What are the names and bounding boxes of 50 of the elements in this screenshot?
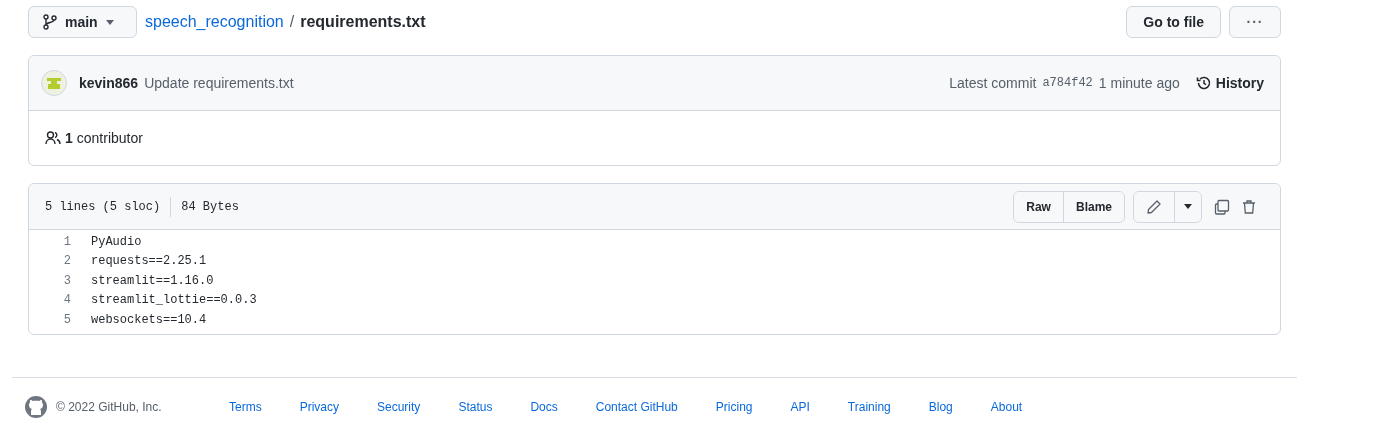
line-number: 5	[62, 312, 72, 327]
caret-icon	[105, 19, 114, 25]
footer-link[interactable]: Security	[377, 399, 421, 414]
file-size: 84 Bytes	[181, 199, 239, 214]
footer-link[interactable]: Pricing	[715, 399, 753, 414]
line-number: 1	[62, 234, 72, 249]
octocat-icon[interactable]	[24, 394, 48, 419]
code-line: streamlit_lottie==0.0.3	[91, 293, 257, 308]
commit-time: 1 minute ago	[1098, 75, 1180, 91]
pencil-icon	[1146, 198, 1162, 215]
commit-message[interactable]: Update requirements.txt	[144, 75, 294, 91]
code-line: PyAudio	[91, 234, 142, 249]
more-button[interactable]: ···	[1229, 6, 1281, 38]
blame-button[interactable]: Blame	[1062, 191, 1124, 222]
copyright-text: © 2022 GitHub, Inc.	[56, 399, 163, 414]
avatar-icon	[41, 70, 67, 96]
footer-link[interactable]: Terms	[229, 399, 262, 414]
commit-author[interactable]: kevin866	[79, 75, 139, 91]
footer-link[interactable]: Blog	[928, 399, 953, 414]
latest-commit-label: Latest commit	[949, 75, 1037, 91]
contributor-count[interactable]: 1	[65, 130, 73, 146]
path-separator: /	[289, 13, 295, 31]
caret-icon	[1184, 204, 1192, 209]
commit-sha[interactable]: a784f42	[1042, 76, 1093, 90]
line-number: 2	[62, 254, 72, 269]
line-count: 5 lines (5 sloc)	[45, 199, 161, 214]
branch-button[interactable]: main	[28, 6, 137, 38]
contributor-label[interactable]: contributor	[76, 130, 143, 146]
copy-icon[interactable]	[1214, 198, 1230, 215]
line-number: 3	[62, 273, 72, 288]
code-line: websockets==10.4	[91, 312, 207, 327]
footer-link[interactable]: Status	[458, 399, 493, 414]
footer-link[interactable]: API	[790, 399, 810, 414]
delete-icon[interactable]	[1242, 198, 1256, 215]
footer-link[interactable]: About	[990, 399, 1023, 414]
go-to-file-button[interactable]: Go to file	[1126, 6, 1221, 38]
footer-link[interactable]: Training	[847, 399, 891, 414]
line-number: 4	[62, 293, 72, 308]
history-link[interactable]: History	[1195, 75, 1264, 91]
code-line: requests==2.25.1	[91, 254, 207, 269]
repo-link[interactable]: speech_recognition	[145, 13, 284, 31]
file-name: requirements.txt	[300, 13, 426, 31]
branch-icon	[43, 14, 57, 30]
edit-dropdown-button[interactable]	[1174, 191, 1201, 222]
footer-link[interactable]: Privacy	[299, 399, 339, 414]
history-icon	[1195, 75, 1212, 91]
footer-link[interactable]: Contact GitHub	[595, 399, 678, 414]
code-line: streamlit==1.16.0	[91, 273, 214, 288]
people-icon	[45, 131, 61, 145]
footer-link[interactable]: Docs	[530, 399, 558, 414]
